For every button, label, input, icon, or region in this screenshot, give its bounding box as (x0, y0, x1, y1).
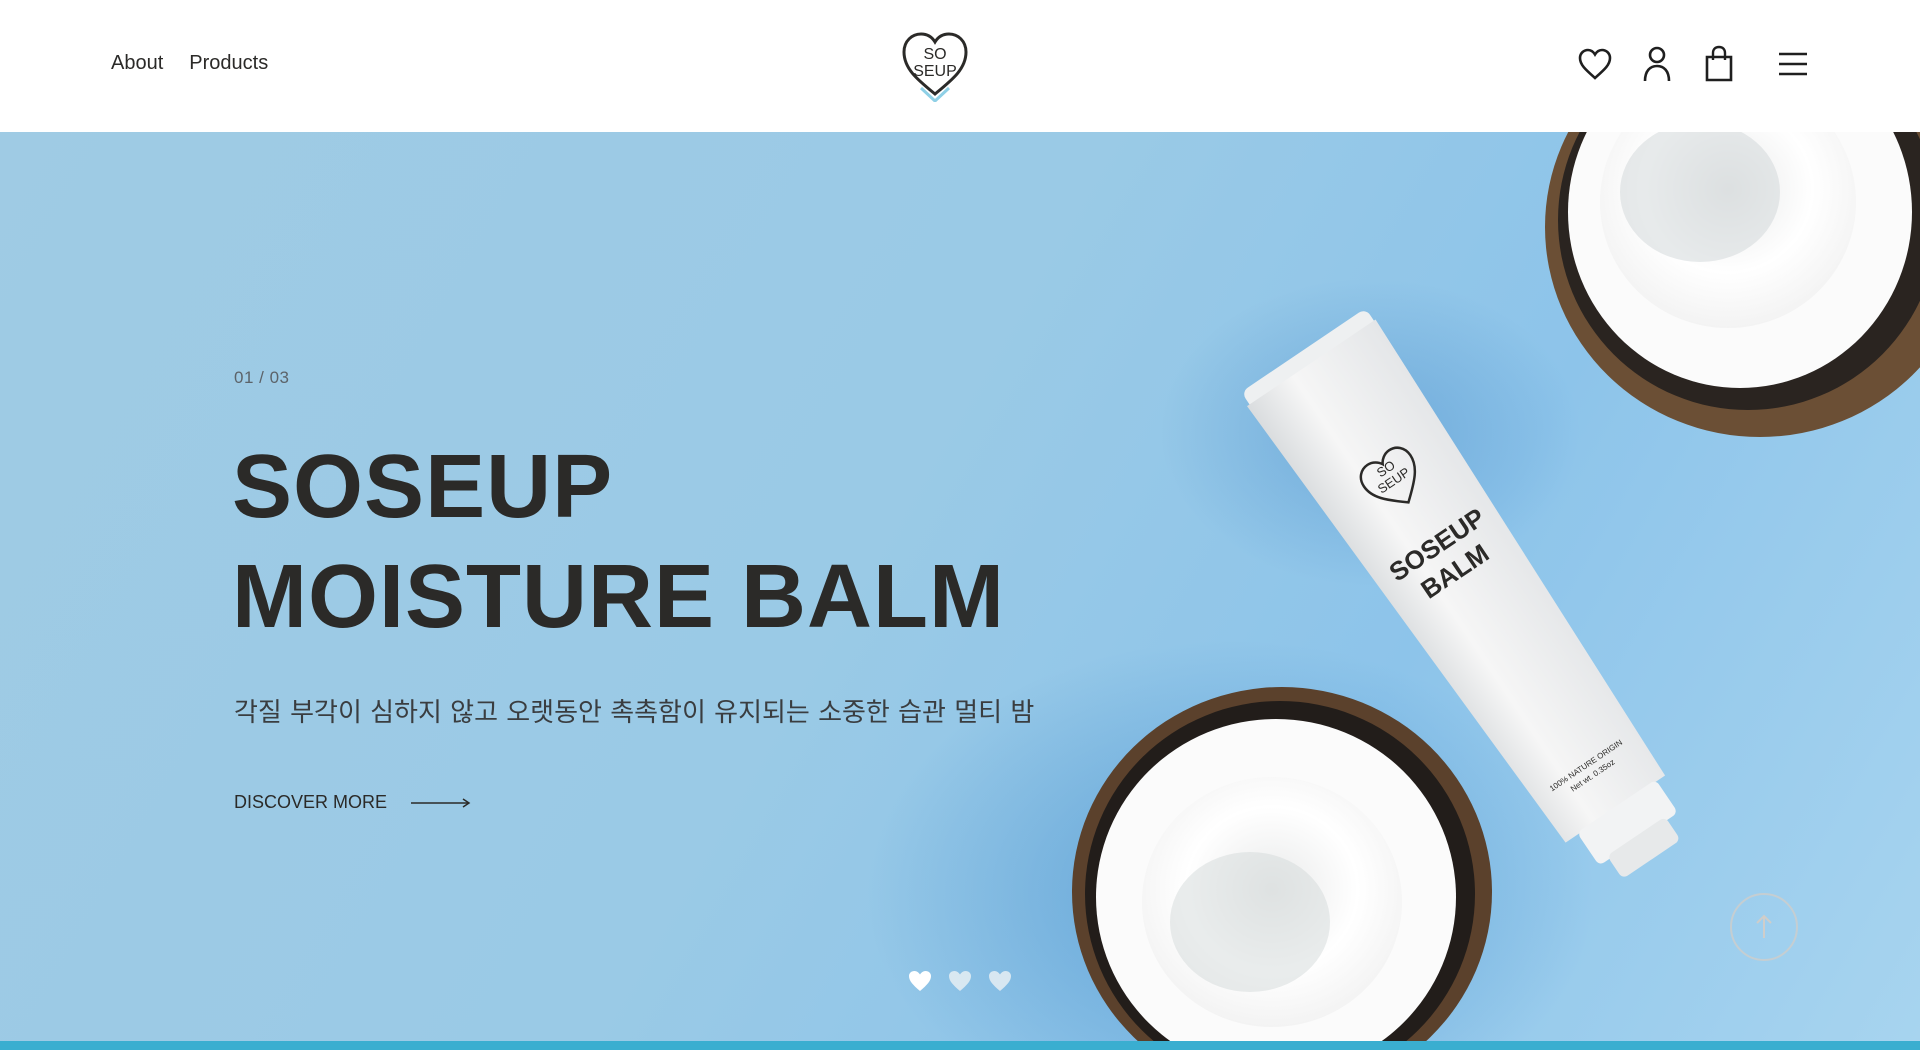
logo-text-so: SO (923, 46, 946, 63)
slide-dot-1-heart-icon[interactable] (908, 970, 932, 992)
discover-more-label: DISCOVER MORE (234, 792, 388, 812)
heart-icon (1578, 48, 1612, 80)
arrow-right-icon (411, 797, 471, 808)
shopping-bag-icon (1705, 45, 1733, 82)
account-button[interactable] (1635, 42, 1679, 86)
hero-title: SOSEUP MOISTURE BALM (232, 432, 1005, 652)
nav-products-link[interactable]: Products (189, 52, 268, 75)
menu-icon (1779, 52, 1807, 76)
main-nav: About Products (111, 52, 268, 75)
user-icon (1643, 46, 1671, 82)
nav-about-link[interactable]: About (111, 52, 163, 75)
wishlist-button[interactable] (1573, 42, 1617, 86)
hero-title-line1: SOSEUP (232, 437, 614, 537)
logo-text-seup: SEUP (913, 63, 957, 80)
slide-dot-2-heart-icon[interactable] (948, 970, 972, 992)
hero-title-line2: MOISTURE BALM (232, 547, 1005, 647)
coconut-bottom (1072, 687, 1492, 1041)
arrow-up-icon (1756, 914, 1772, 938)
hero-subtitle: 각질 부각이 심하지 않고 오랫동안 촉촉함이 유지되는 소중한 습관 멀티 밤 (234, 698, 1035, 728)
hero-bottom-accent-bar (0, 1041, 1920, 1050)
hero-banner: SO SEUP SOSEUP BALM 100% NATURE ORIGIN N… (0, 132, 1920, 1041)
slide-counter: 01 / 03 (234, 368, 290, 387)
slide-pagination (908, 970, 1012, 992)
header-actions (1573, 42, 1815, 86)
soseup-logo[interactable]: SO SEUP (898, 28, 972, 102)
cart-button[interactable] (1697, 42, 1741, 86)
coconut-top-right (1545, 132, 1920, 437)
discover-more-link[interactable]: DISCOVER MORE (234, 792, 471, 813)
slide-dot-3-heart-icon[interactable] (988, 970, 1012, 992)
menu-button[interactable] (1771, 42, 1815, 86)
scroll-to-top-button[interactable] (1730, 893, 1798, 961)
site-header: About Products SO SEUP (0, 0, 1920, 132)
